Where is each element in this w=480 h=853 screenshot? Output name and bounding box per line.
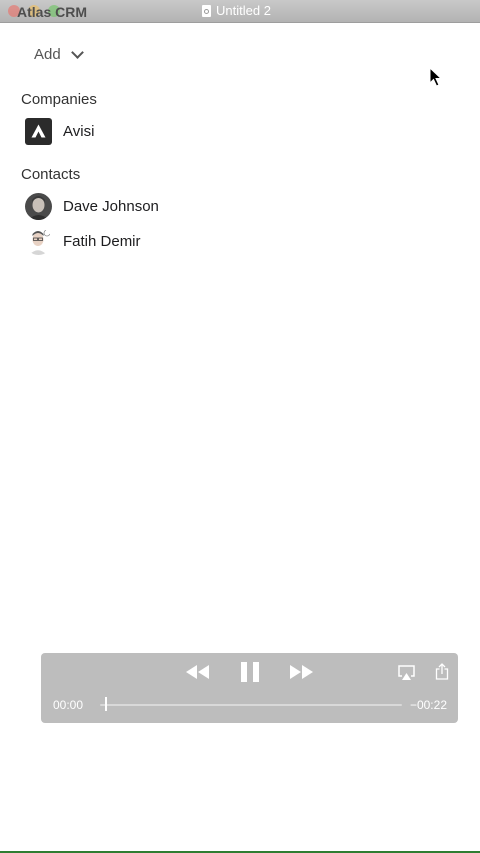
avatar	[25, 192, 52, 220]
company-name: Avisi	[63, 122, 95, 140]
media-player-controls: 00:00 −00:22	[41, 653, 458, 723]
elapsed-time: 00:00	[53, 698, 84, 712]
add-label: Add	[34, 46, 61, 63]
progress-track[interactable]	[100, 704, 402, 706]
document-title: Untitled 2	[202, 3, 271, 18]
chevron-down-icon	[70, 46, 84, 59]
contact-name: Dave Johnson	[63, 197, 159, 215]
contact-item-fatih-demir[interactable]: Fatih Demir	[25, 227, 141, 255]
add-dropdown-button[interactable]: Add	[34, 46, 84, 63]
progress-scrubber[interactable]	[105, 697, 107, 711]
document-title-label: Untitled 2	[216, 3, 271, 18]
contacts-header: Contacts	[21, 166, 81, 183]
window-titlebar: Atlas CRM Untitled 2	[0, 0, 480, 23]
fast-forward-icon[interactable]	[289, 664, 315, 680]
share-icon[interactable]	[435, 663, 449, 680]
contact-item-dave-johnson[interactable]: Dave Johnson	[25, 192, 159, 220]
remaining-time: −00:22	[409, 698, 447, 712]
company-item-avisi[interactable]: Avisi	[25, 117, 94, 145]
rewind-icon[interactable]	[185, 664, 211, 680]
mouse-pointer-icon	[429, 67, 443, 87]
avisi-logo-icon	[25, 117, 52, 145]
avatar	[25, 227, 52, 255]
airplay-icon[interactable]	[398, 665, 415, 681]
document-icon	[202, 4, 211, 17]
companies-header: Companies	[21, 91, 97, 108]
contact-name: Fatih Demir	[63, 232, 141, 250]
pause-icon[interactable]	[239, 661, 261, 683]
app-name: Atlas CRM	[17, 4, 88, 20]
